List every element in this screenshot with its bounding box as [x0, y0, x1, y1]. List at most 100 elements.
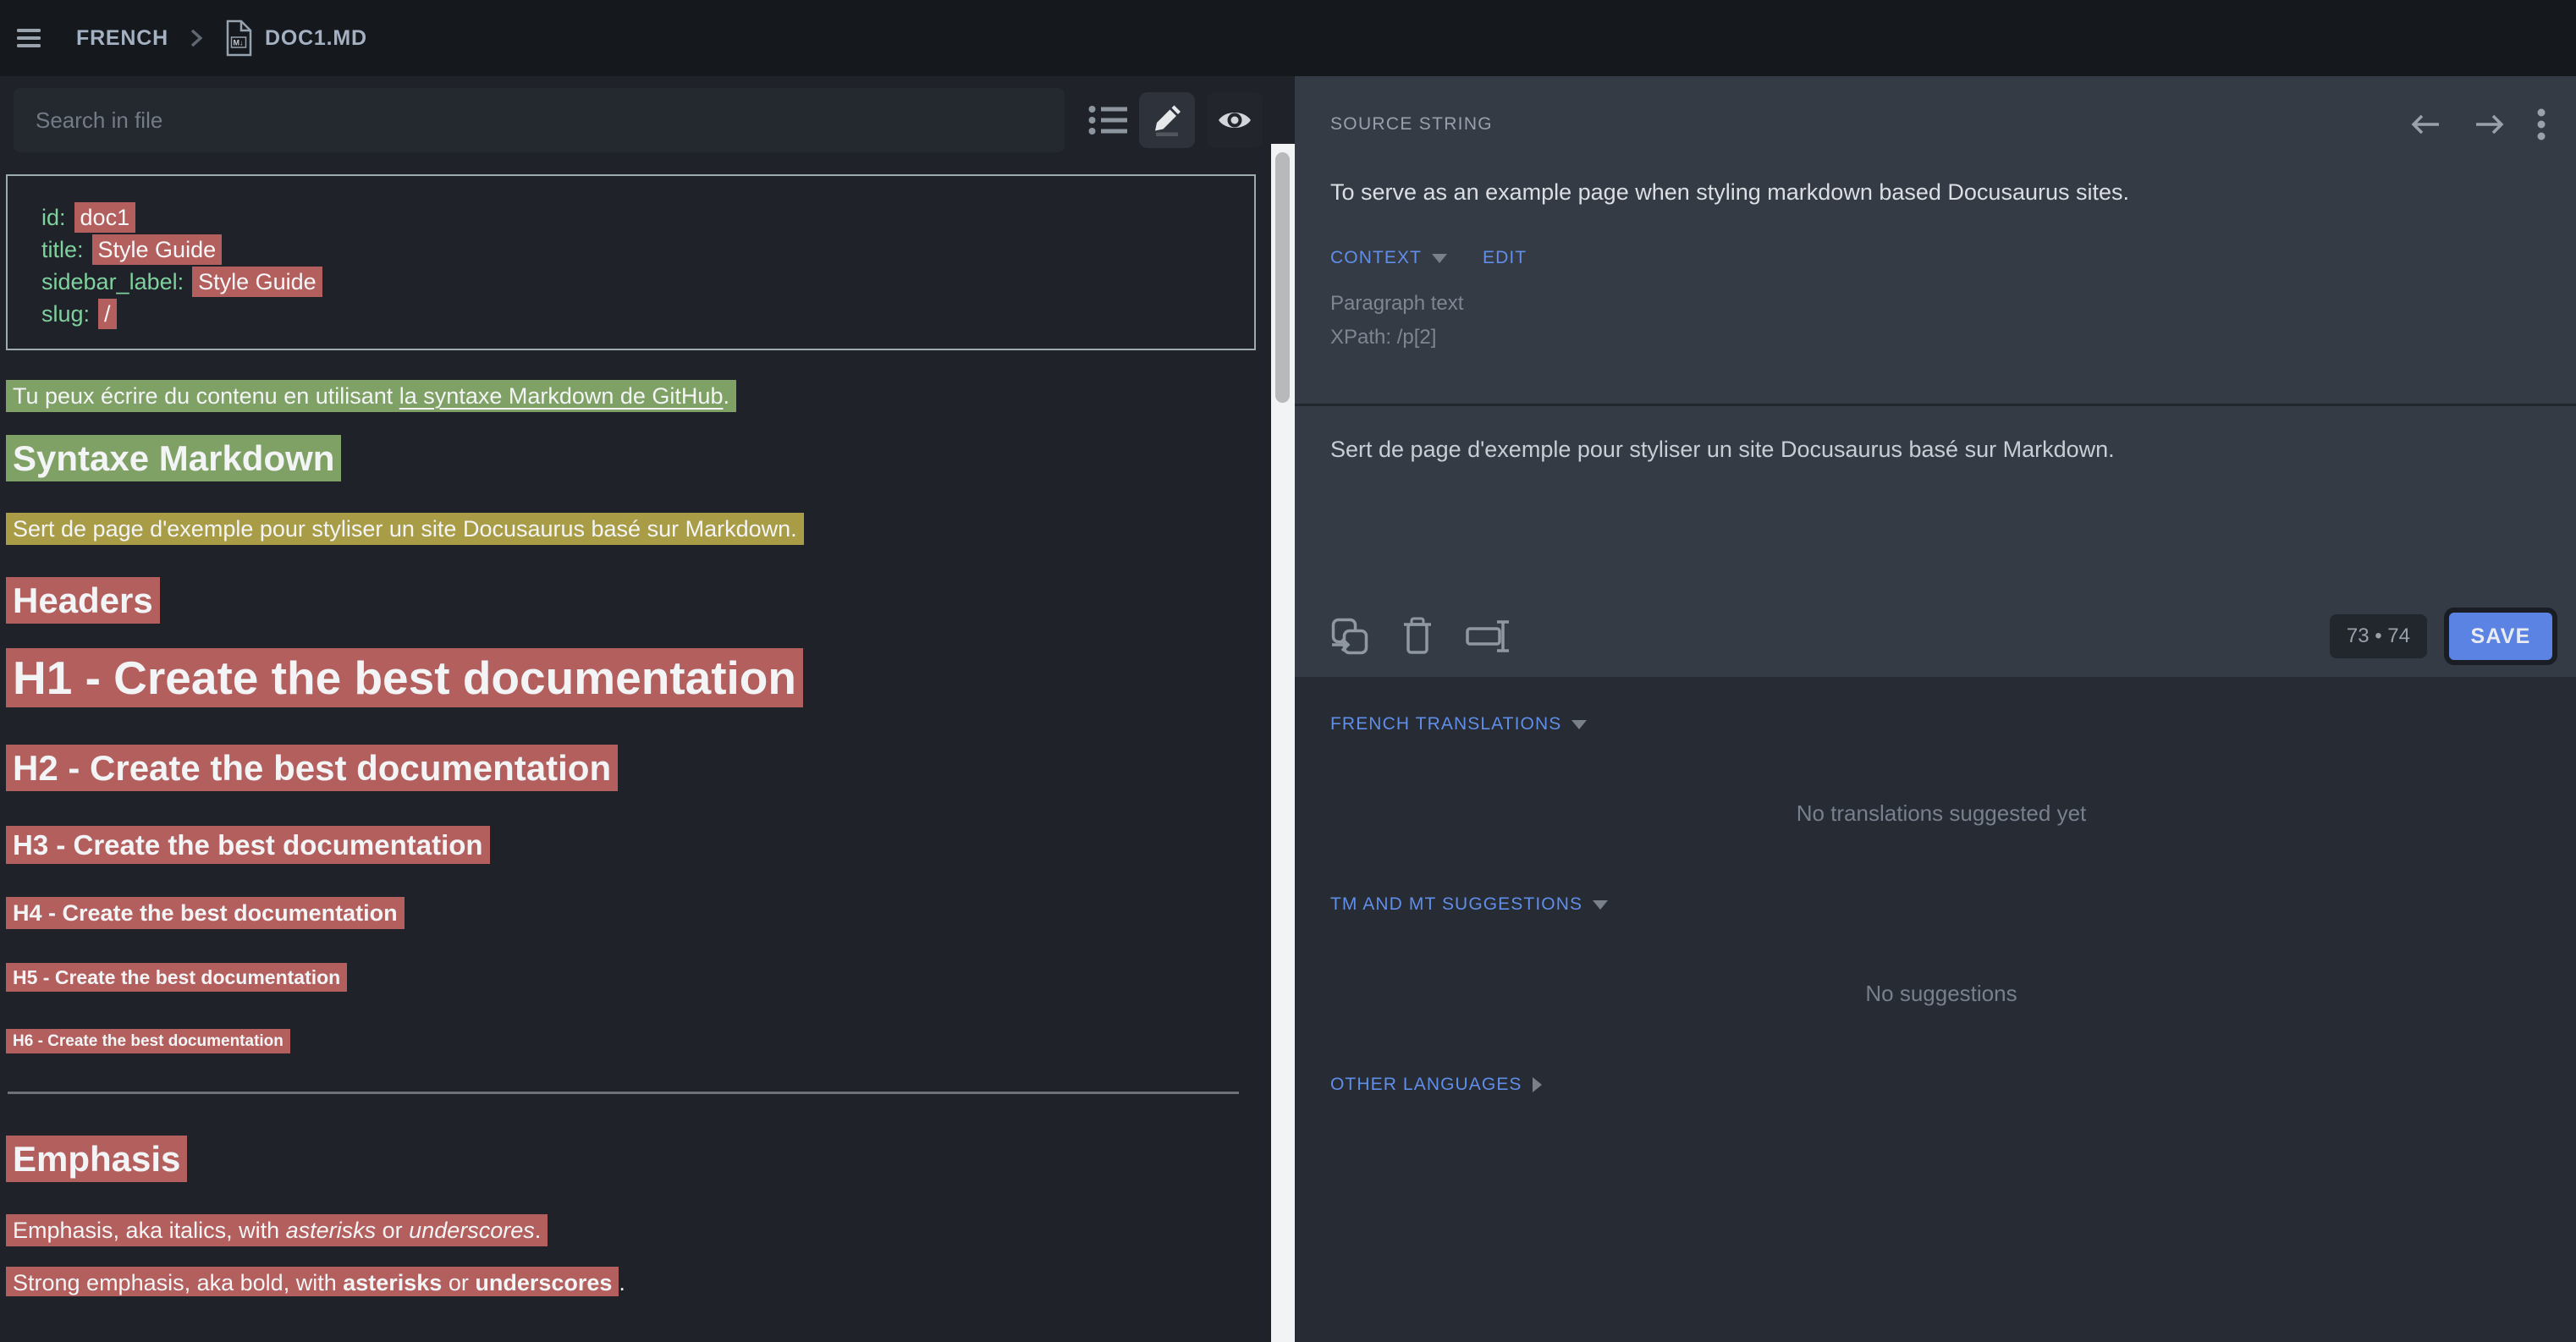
frontmatter-key: id:: [41, 205, 66, 230]
frontmatter-box: id: doc1 title: Style Guide sidebar_label:…: [6, 174, 1256, 350]
char-count-badge: 73 • 74: [2330, 614, 2427, 658]
scrollbar-track[interactable]: [1271, 144, 1295, 1342]
frontmatter-key: title:: [41, 237, 84, 262]
document-scrollbar-column: [1271, 76, 1295, 1342]
translation-panel: SOURCE STRING: [1295, 76, 2576, 1342]
translation-toolbar: 73 • 74 SAVE: [1330, 613, 2552, 660]
edit-context-link[interactable]: EDIT: [1483, 248, 1527, 268]
trailing-period: .: [619, 1270, 625, 1295]
untranslated-string[interactable]: H2 - Create the best documentation: [6, 745, 618, 791]
clear-translation-icon: [1466, 619, 1510, 654]
preview-mode-button[interactable]: [1207, 92, 1263, 148]
source-string-section: SOURCE STRING: [1295, 76, 2576, 677]
document-preview: id: doc1 title: Style Guide sidebar_label:…: [0, 162, 1271, 1296]
clear-translation-button[interactable]: [1466, 619, 1510, 654]
heading-emphasis: Emphasis: [6, 1139, 1256, 1179]
scrollbar-thumb[interactable]: [1275, 152, 1290, 403]
untranslated-string[interactable]: H4 - Create the best documentation: [6, 897, 405, 929]
copy-source-button[interactable]: [1330, 617, 1369, 656]
untranslated-string[interactable]: H3 - Create the best documentation: [6, 826, 490, 864]
dropdown-triangle-icon: [1432, 254, 1447, 263]
string-nav-icons: [2408, 108, 2546, 140]
untranslated-string[interactable]: Emphasis: [6, 1136, 187, 1182]
save-button[interactable]: SAVE: [2449, 613, 2552, 660]
arrow-right-icon: [2473, 112, 2507, 137]
arrow-left-icon: [2408, 112, 2442, 137]
main-row: id: doc1 title: Style Guide sidebar_label:…: [0, 76, 2576, 1342]
hamburger-icon: [17, 29, 41, 47]
paragraph-emphasis-italic: Emphasis, aka italics, with asterisks or…: [6, 1217, 1256, 1244]
untranslated-string[interactable]: H5 - Create the best documentation: [6, 963, 347, 992]
source-string-text: To serve as an example page when styling…: [1330, 179, 2552, 206]
heading-h5: H5 - Create the best documentation: [6, 967, 1256, 989]
other-languages-header[interactable]: OTHER LANGUAGES: [1330, 1075, 2552, 1095]
trash-icon: [1401, 617, 1434, 656]
paragraph-emphasis-bold: Strong emphasis, aka bold, with asterisk…: [6, 1269, 1256, 1296]
delete-translation-button[interactable]: [1401, 617, 1434, 656]
horizontal-rule: [8, 1092, 1239, 1094]
translated-string[interactable]: Tu peux écrire du contenu en utilisant l…: [6, 380, 736, 412]
dropdown-triangle-icon: [1571, 720, 1587, 729]
untranslated-string[interactable]: Headers: [6, 577, 160, 624]
edit-mode-button[interactable]: [1139, 92, 1195, 148]
hamburger-menu-button[interactable]: [17, 29, 41, 47]
tm-mt-suggestions-header[interactable]: TM AND MT SUGGESTIONS: [1330, 894, 2552, 915]
tm-empty-message: No suggestions: [1330, 981, 2552, 1007]
eye-icon: [1218, 108, 1252, 132]
frontmatter-row: sidebar_label: Style Guide: [41, 266, 1254, 298]
context-details: Paragraph text XPath: /p[2]: [1330, 287, 2552, 355]
translations-empty-message: No translations suggested yet: [1330, 800, 2552, 827]
heading-h3: H3 - Create the best documentation: [6, 830, 1256, 861]
heading-h1: H1 - Create the best documentation: [6, 652, 1256, 705]
frontmatter-value-string[interactable]: Style Guide: [92, 234, 223, 265]
pencil-icon: [1151, 104, 1183, 136]
list-icon: [1088, 104, 1127, 136]
heading-h6: H6 - Create the best documentation: [6, 1032, 1256, 1050]
source-string-header-row: SOURCE STRING: [1330, 108, 2552, 140]
breadcrumb-file[interactable]: DOC1.MD: [265, 26, 367, 51]
breadcrumb-project[interactable]: FRENCH: [76, 26, 168, 51]
kebab-icon: [2537, 108, 2546, 140]
untranslated-string[interactable]: H1 - Create the best documentation: [6, 648, 803, 707]
frontmatter-row: slug: /: [41, 298, 1254, 330]
context-row: CONTEXT EDIT: [1330, 248, 2552, 268]
string-list-view-button[interactable]: [1088, 104, 1127, 136]
collapsed-triangle-icon: [1533, 1077, 1542, 1092]
doc-link[interactable]: la syntaxe Markdown de GitHub: [399, 383, 724, 409]
top-bar: FRENCH M↓ DOC1.MD: [0, 0, 2576, 76]
heading-headers: Headers: [6, 580, 1256, 620]
untranslated-string[interactable]: Strong emphasis, aka bold, with asterisk…: [6, 1267, 619, 1296]
heading-h4: H4 - Create the best documentation: [6, 900, 1256, 926]
suggestions-section: FRENCH TRANSLATIONS No translations sugg…: [1295, 677, 2576, 1342]
context-type: Paragraph text: [1330, 287, 2552, 321]
next-string-button[interactable]: [2473, 112, 2507, 137]
frontmatter-key: slug:: [41, 301, 90, 327]
frontmatter-value-string[interactable]: Style Guide: [192, 267, 322, 297]
file-icon-badge: M↓: [233, 39, 243, 47]
chevron-right-icon: [190, 29, 202, 47]
dropdown-triangle-icon: [1593, 900, 1608, 910]
previous-string-button[interactable]: [2408, 112, 2442, 137]
heading-h2: H2 - Create the best documentation: [6, 748, 1256, 788]
search-input[interactable]: [14, 88, 1065, 152]
paragraph-serve: Sert de page d'exemple pour styliser un …: [6, 515, 1256, 542]
search-row: [0, 76, 1271, 162]
more-options-button[interactable]: [2537, 108, 2546, 140]
paragraph-intro: Tu peux écrire du contenu en utilisant l…: [6, 382, 1256, 410]
frontmatter-value-string[interactable]: /: [98, 299, 117, 329]
frontmatter-key: sidebar_label:: [41, 269, 184, 294]
frontmatter-row: id: doc1: [41, 201, 1254, 234]
translated-string[interactable]: Syntaxe Markdown: [6, 435, 341, 481]
translation-input[interactable]: Sert de page d'exemple pour styliser un …: [1330, 437, 2552, 463]
frontmatter-row: title: Style Guide: [41, 234, 1254, 266]
document-panel: id: doc1 title: Style Guide sidebar_label:…: [0, 76, 1271, 1342]
source-string-label: SOURCE STRING: [1330, 114, 1493, 135]
editor-divider: [1295, 404, 2576, 406]
context-dropdown[interactable]: CONTEXT: [1330, 248, 1447, 268]
untranslated-string[interactable]: Emphasis, aka italics, with asterisks or…: [6, 1214, 548, 1246]
untranslated-string[interactable]: H6 - Create the best documentation: [6, 1029, 290, 1053]
selected-string[interactable]: Sert de page d'exemple pour styliser un …: [6, 513, 804, 545]
french-translations-header[interactable]: FRENCH TRANSLATIONS: [1330, 714, 2552, 734]
frontmatter-value-string[interactable]: doc1: [74, 202, 136, 233]
context-xpath: XPath: /p[2]: [1330, 321, 2552, 355]
